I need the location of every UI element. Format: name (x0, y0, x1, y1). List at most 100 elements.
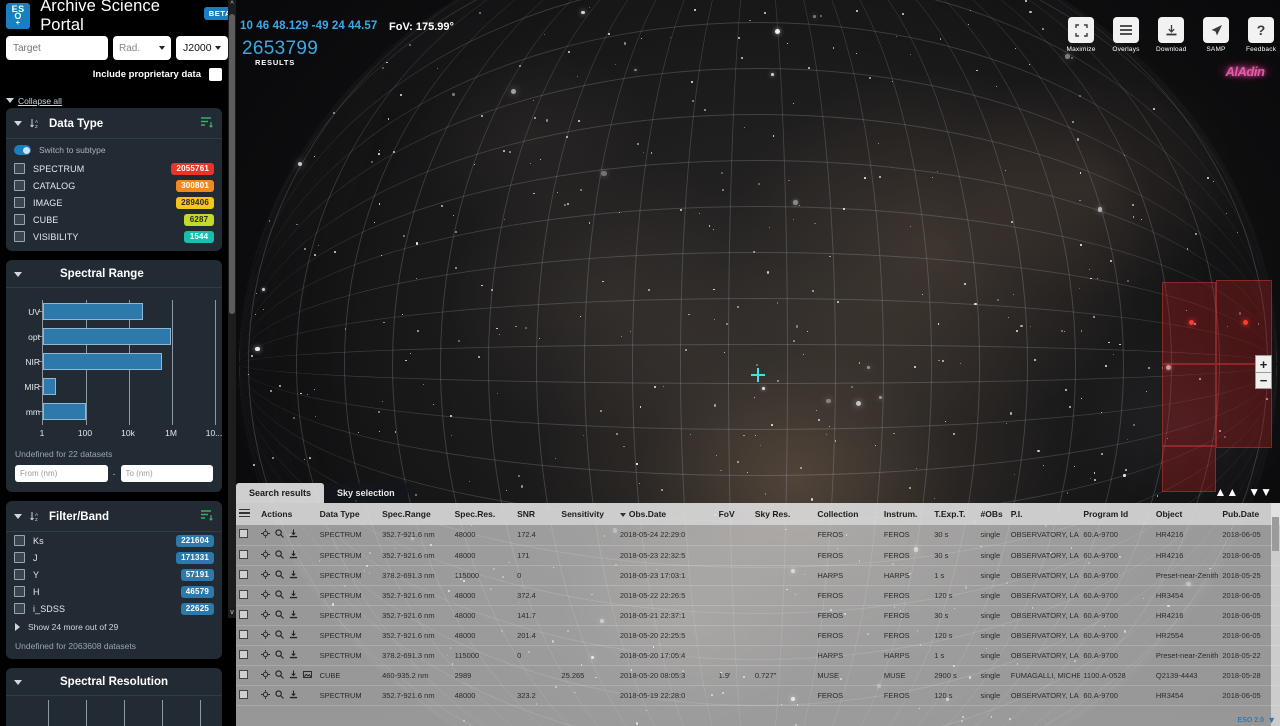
facet-header-filter-band[interactable]: AZ Filter/Band (6, 501, 222, 532)
subtype-toggle-row[interactable]: Switch to subtype (6, 139, 222, 160)
help-icon[interactable]: ? (1248, 17, 1274, 43)
spectral-range-max-input[interactable]: To (nm) (120, 465, 213, 482)
download-icon[interactable] (1158, 17, 1184, 43)
facet-item-ks[interactable]: Ks 221604 (6, 532, 222, 549)
sidebar-scrollbar[interactable]: ^ v (228, 0, 236, 618)
row-checkbox-cell[interactable] (236, 645, 258, 665)
table-row[interactable]: SPECTRUM 352.7-921.6 nm 48000 141.7 2018-05-… (236, 605, 1280, 625)
facet-header-spectral-range[interactable]: Spectral Range (6, 260, 222, 288)
facet-item-spectrum[interactable]: SPECTRUM 2055761 (6, 160, 222, 177)
row-checkbox-cell[interactable] (236, 565, 258, 585)
column-header-sky-res[interactable]: Sky Res. (751, 503, 815, 525)
row-checkbox[interactable] (239, 549, 248, 559)
column-header-sensitivity[interactable]: Sensitivity (558, 503, 617, 525)
filter-band-show-more[interactable]: Show 24 more out of 29 (6, 617, 222, 635)
column-header-obs[interactable]: #OBs (977, 503, 1008, 525)
chevron-down-icon[interactable] (14, 679, 22, 685)
magnifier-icon[interactable] (275, 549, 284, 559)
facet-checkbox[interactable] (14, 163, 25, 174)
table-row[interactable]: CUBE 460-935.2 nm 2989 25.265 2018-05-20 08:… (236, 665, 1280, 685)
row-actions[interactable] (258, 565, 316, 585)
collapse-all-button[interactable]: Collapse all (6, 96, 62, 106)
download-icon[interactable] (289, 630, 298, 639)
table-row[interactable]: SPECTRUM 352.7-921.6 nm 48000 372.4 2018-05-… (236, 585, 1280, 605)
target-icon[interactable] (261, 589, 271, 599)
magnifier-icon[interactable] (275, 569, 284, 579)
row-checkbox-cell[interactable] (236, 585, 258, 605)
filter-icon[interactable] (200, 509, 213, 524)
column-header-program-id[interactable]: Program Id (1080, 503, 1153, 525)
scroll-down-icon[interactable]: v (228, 608, 236, 618)
row-actions[interactable] (258, 685, 316, 705)
toolbar-maximize[interactable]: Maximize (1066, 17, 1096, 53)
chart-bar-row[interactable]: mm (26, 403, 86, 420)
facet-checkbox[interactable] (14, 197, 25, 208)
column-header-collection[interactable]: Collection (814, 503, 881, 525)
filter-icon[interactable] (200, 116, 213, 131)
facet-checkbox[interactable] (14, 552, 25, 563)
row-checkbox-cell[interactable] (236, 605, 258, 625)
column-header-data-type[interactable]: Data Type (316, 503, 380, 525)
table-scrollbar[interactable] (1271, 503, 1280, 726)
column-header-instrum[interactable]: Instrum. (880, 503, 932, 525)
download-icon[interactable] (289, 610, 298, 619)
facet-item-i_sdss[interactable]: i_SDSS 22625 (6, 600, 222, 617)
table-row[interactable]: SPECTRUM 352.7-921.6 nm 48000 323.2 2018-05-… (236, 685, 1280, 705)
preview-image-icon[interactable] (303, 670, 313, 679)
radius-select[interactable]: Rad. (113, 36, 171, 60)
table-row[interactable]: SPECTRUM 378.2-691.3 nm 115000 0 2018-05-20 … (236, 645, 1280, 665)
magnifier-icon[interactable] (275, 649, 284, 659)
facet-item-cube[interactable]: CUBE 6287 (6, 211, 222, 228)
download-icon[interactable] (289, 690, 298, 699)
table-scroll-thumb[interactable] (1272, 517, 1279, 551)
table-row[interactable]: SPECTRUM 352.7-921.6 nm 48000 201.4 2018-05-… (236, 625, 1280, 645)
download-icon[interactable] (289, 590, 298, 599)
footprint-marker[interactable] (1189, 320, 1194, 325)
column-header-t-exp-t[interactable]: T.Exp.T. (931, 503, 978, 525)
chart-bar-row[interactable]: MIR (24, 378, 56, 395)
row-checkbox-cell[interactable] (236, 625, 258, 645)
download-icon[interactable] (289, 550, 298, 559)
facet-checkbox[interactable] (14, 535, 25, 546)
collapse-panel-icon[interactable]: ▲▲ (1214, 485, 1238, 499)
zoom-out-button[interactable]: − (1255, 372, 1272, 389)
facet-checkbox[interactable] (14, 586, 25, 597)
facet-checkbox[interactable] (14, 603, 25, 614)
column-header-object[interactable]: Object (1152, 503, 1220, 525)
magnifier-icon[interactable] (275, 669, 284, 679)
download-icon[interactable] (289, 529, 298, 538)
row-checkbox[interactable] (239, 569, 248, 579)
facet-header-data-type[interactable]: AZ Data Type (6, 108, 222, 139)
row-checkbox[interactable] (239, 589, 248, 599)
row-checkbox-cell[interactable] (236, 665, 258, 685)
sort-az-icon[interactable]: AZ (30, 118, 41, 129)
target-icon[interactable] (261, 669, 271, 679)
expand-panel-icon[interactable]: ▼▼ (1248, 485, 1272, 499)
zoom-in-button[interactable]: + (1255, 355, 1272, 372)
chevron-down-icon[interactable] (14, 121, 22, 126)
magnifier-icon[interactable] (275, 529, 284, 539)
facet-item-y[interactable]: Y 57191 (6, 566, 222, 583)
row-checkbox[interactable] (239, 649, 248, 659)
tab-search-results[interactable]: Search results (236, 483, 325, 503)
row-actions[interactable] (258, 605, 316, 625)
toolbar-feedback[interactable]: ? Feedback (1246, 17, 1276, 53)
sidebar-scroll-thumb[interactable] (229, 14, 235, 314)
download-icon[interactable] (289, 650, 298, 659)
table-row[interactable]: SPECTRUM 352.7-921.6 nm 48000 171 2018-05-23… (236, 545, 1280, 565)
target-icon[interactable] (261, 549, 271, 559)
row-checkbox[interactable] (239, 609, 248, 619)
table-menu-icon[interactable] (236, 503, 259, 525)
column-header-snr[interactable]: SNR (514, 503, 559, 525)
facet-item-image[interactable]: IMAGE 289406 (6, 194, 222, 211)
toolbar-samp[interactable]: SAMP (1201, 17, 1231, 53)
overlays-icon[interactable] (1113, 17, 1139, 43)
target-icon[interactable] (261, 569, 271, 579)
row-checkbox[interactable] (239, 529, 248, 539)
column-header-obs-date[interactable]: Obs.Date (616, 503, 716, 525)
column-header-p-i[interactable]: P.I. (1007, 503, 1081, 525)
subtype-toggle[interactable] (14, 145, 31, 155)
download-icon[interactable] (289, 670, 298, 679)
facet-checkbox[interactable] (14, 569, 25, 580)
chart-bar-row[interactable]: NIR (25, 353, 162, 370)
